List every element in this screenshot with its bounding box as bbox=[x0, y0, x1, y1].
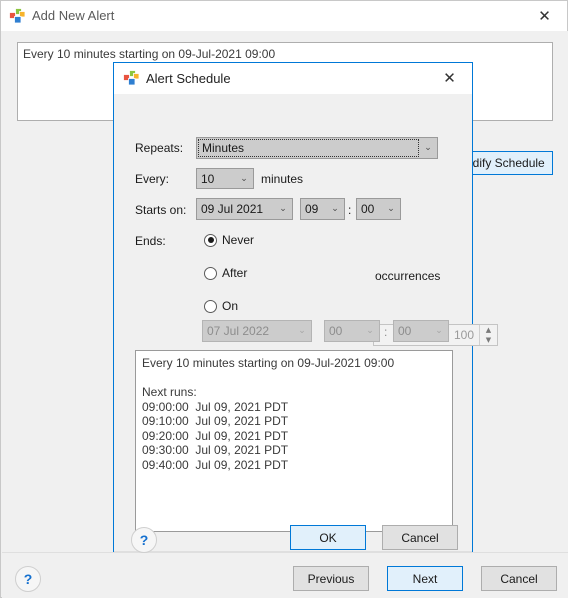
app-cubes-icon bbox=[9, 8, 26, 25]
starts-on-date-value: 09 Jul 2021 bbox=[201, 202, 264, 216]
ends-on-hour-combobox[interactable]: 00 ⌄ bbox=[324, 320, 380, 342]
starts-on-minute-value: 00 bbox=[361, 202, 375, 216]
ends-on-date-value: 07 Jul 2022 bbox=[207, 324, 270, 338]
chevron-down-icon: ⌄ bbox=[240, 173, 248, 184]
app-cubes-icon bbox=[123, 70, 140, 87]
radio-indicator-after bbox=[204, 266, 217, 280]
window-title: Add New Alert bbox=[32, 8, 115, 23]
starts-on-hour-value: 09 bbox=[305, 202, 319, 216]
dialog-body: Repeats: Minutes ⌄ Every: 10 ⌄ minutes S… bbox=[114, 94, 498, 552]
close-icon[interactable]: ✕ bbox=[427, 63, 472, 94]
spin-up-icon[interactable]: ▲ bbox=[480, 325, 497, 335]
close-icon[interactable]: ✕ bbox=[522, 1, 567, 31]
repeats-label: Repeats: bbox=[135, 141, 184, 155]
ends-label: Ends: bbox=[135, 234, 166, 248]
every-combobox[interactable]: 10 ⌄ bbox=[196, 168, 254, 189]
close-glyph: ✕ bbox=[443, 69, 456, 87]
chevron-down-icon: ⌄ bbox=[424, 143, 432, 153]
ends-on-minute-value: 00 bbox=[398, 324, 412, 338]
starts-on-hour-combobox[interactable]: 09 ⌄ bbox=[300, 198, 345, 220]
ends-on-minute-combobox[interactable]: 00 ⌄ bbox=[393, 320, 449, 342]
spin-down-icon[interactable]: ▼ bbox=[480, 335, 497, 345]
repeats-value: Minutes bbox=[198, 139, 419, 157]
chevron-down-icon: ⌄ bbox=[279, 204, 287, 214]
ends-never-radio[interactable]: Never bbox=[204, 233, 254, 247]
next-button[interactable]: Next bbox=[387, 566, 463, 591]
starts-on-minute-combobox[interactable]: 00 ⌄ bbox=[356, 198, 401, 220]
ends-on-radio[interactable]: On bbox=[204, 299, 238, 313]
radio-indicator-on bbox=[204, 299, 217, 313]
dialog-footer-divider bbox=[114, 551, 472, 552]
schedule-preview-pane: Every 10 minutes starting on 09-Jul-2021… bbox=[135, 350, 453, 532]
chevron-down-icon: ⌄ bbox=[366, 326, 374, 336]
ends-never-label: Never bbox=[222, 233, 255, 247]
ends-after-radio[interactable]: After bbox=[204, 266, 247, 280]
ends-on-hour-value: 00 bbox=[329, 324, 343, 338]
modify-schedule-button[interactable]: odify Schedule bbox=[460, 151, 553, 175]
close-glyph: ✕ bbox=[538, 6, 551, 25]
occurrences-spin-buttons[interactable]: ▲ ▼ bbox=[479, 325, 497, 345]
occurrences-label: occurrences bbox=[375, 269, 441, 283]
every-unit-label: minutes bbox=[261, 172, 304, 186]
chevron-down-icon: ⌄ bbox=[435, 326, 443, 336]
dialog-help-button[interactable]: ? bbox=[131, 527, 157, 553]
alert-schedule-dialog: Alert Schedule ✕ Repeats: Minutes ⌄ Ever… bbox=[113, 62, 498, 553]
dialog-title: Alert Schedule bbox=[146, 71, 231, 86]
chevron-down-icon: ⌄ bbox=[331, 204, 339, 214]
starts-on-date-combobox[interactable]: 09 Jul 2021 ⌄ bbox=[196, 198, 293, 220]
dialog-cancel-button[interactable]: Cancel bbox=[382, 525, 458, 550]
radio-indicator-never bbox=[204, 233, 217, 247]
dialog-titlebar: Alert Schedule ✕ bbox=[114, 63, 472, 94]
ends-on-date-combobox[interactable]: 07 Jul 2022 ⌄ bbox=[202, 320, 312, 342]
every-value: 10 bbox=[201, 171, 215, 186]
outer-titlebar: Add New Alert ✕ bbox=[1, 1, 567, 31]
every-label: Every: bbox=[135, 172, 170, 186]
ends-on-label: On bbox=[222, 299, 239, 313]
help-button[interactable]: ? bbox=[15, 566, 41, 592]
ok-button[interactable]: OK bbox=[290, 525, 366, 550]
footer-divider bbox=[2, 552, 568, 553]
starts-on-time-separator: : bbox=[348, 203, 352, 217]
previous-button[interactable]: Previous bbox=[293, 566, 369, 591]
starts-on-label: Starts on: bbox=[135, 203, 187, 217]
ends-after-label: After bbox=[222, 266, 248, 280]
repeats-combobox[interactable]: Minutes ⌄ bbox=[196, 137, 438, 159]
cancel-button[interactable]: Cancel bbox=[481, 566, 557, 591]
ends-on-time-separator: : bbox=[384, 325, 388, 339]
chevron-down-icon: ⌄ bbox=[387, 204, 395, 214]
chevron-down-icon: ⌄ bbox=[298, 326, 306, 336]
